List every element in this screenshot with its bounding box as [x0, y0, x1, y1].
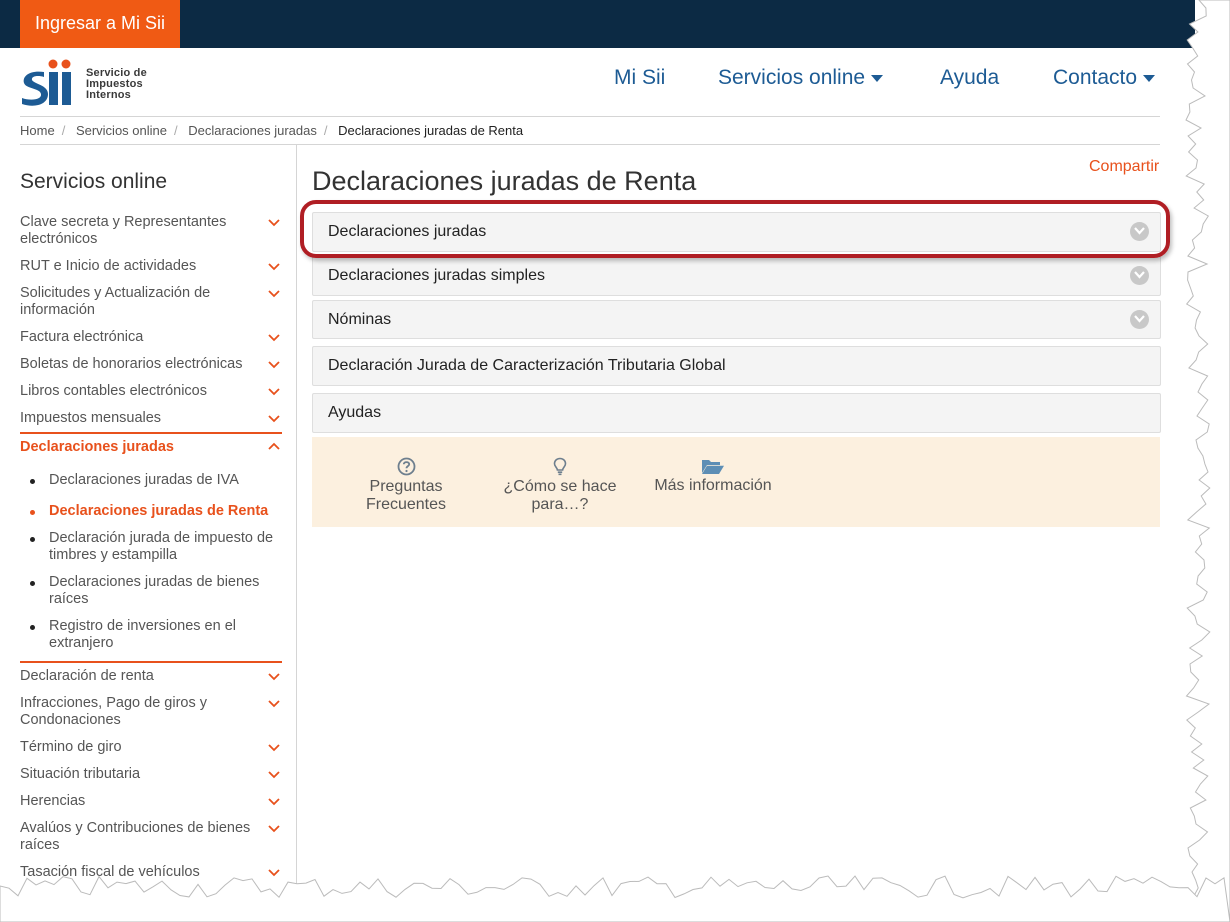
accordion-caracterizacion-tributaria[interactable]: Declaración Jurada de Caracterización Tr… — [312, 346, 1161, 386]
torn-edge-bottom — [0, 875, 1230, 922]
sidebar-item-clave-secreta[interactable]: Clave secreta y Representantes electróni… — [20, 214, 282, 248]
chevron-down-icon — [268, 334, 280, 342]
sidebar-subitem-label: Registro de inversiones en el extranjero — [49, 618, 236, 651]
divider — [20, 116, 1160, 117]
caret-down-icon — [1143, 74, 1156, 82]
sidebar-item-libros[interactable]: Libros contables electrónicos — [20, 383, 282, 400]
chevron-down-icon — [268, 700, 280, 708]
chevron-down-icon — [268, 219, 280, 227]
folder-open-icon — [702, 460, 724, 474]
sidebar-item-label: Situación tributaria — [20, 766, 141, 782]
sidebar-item-label: Solicitudes y Actualización de informaci… — [20, 285, 211, 318]
nav-mi-sii[interactable]: Mi Sii — [614, 66, 665, 96]
breadcrumb-declaraciones-juradas[interactable]: Declaraciones juradas — [188, 123, 317, 138]
chevron-down-icon — [268, 361, 280, 369]
chevron-down-icon — [268, 744, 280, 752]
sidebar-item-label: Término de giro — [20, 739, 122, 755]
sidebar-item-label: Factura electrónica — [20, 329, 144, 345]
sidebar-item-avaluos[interactable]: Avalúos y Contribuciones de bienes raíce… — [20, 820, 282, 854]
sidebar-item-boletas[interactable]: Boletas de honorarios electrónicas — [20, 356, 282, 373]
share-link[interactable]: Compartir — [1089, 158, 1159, 176]
sidebar-item-label: Avalúos y Contribuciones de bienes raíce… — [20, 820, 251, 853]
sidebar-item-impuestos-mensuales[interactable]: Impuestos mensuales — [20, 410, 282, 427]
sidebar-subitem[interactable]: Declaraciones juradas de bienes raíces — [30, 574, 280, 608]
sidebar-subitem[interactable]: Declaraciones juradas de IVA — [30, 472, 280, 489]
divider — [20, 144, 1160, 145]
sidebar-item-label: Declaración de renta — [20, 668, 154, 684]
chevron-down-icon — [268, 771, 280, 779]
sidebar-item-factura[interactable]: Factura electrónica — [20, 329, 282, 346]
sidebar-active-divider — [20, 432, 282, 434]
login-button[interactable]: Ingresar a Mi Sii — [20, 0, 180, 48]
bullet-icon — [30, 537, 35, 542]
nav-contacto[interactable]: Contacto — [1053, 66, 1156, 96]
sidebar-title: Servicios online — [20, 170, 168, 193]
bullet-icon — [30, 581, 35, 586]
sidebar-item-solicitudes[interactable]: Solicitudes y Actualización de informaci… — [20, 285, 282, 319]
accordion-nominas[interactable]: Nóminas — [312, 300, 1161, 339]
chevron-down-icon — [1130, 310, 1149, 329]
top-bar: Ingresar a Mi Sii — [0, 0, 1195, 48]
logo-text: Servicio de Impuestos Internos — [86, 67, 147, 101]
sidebar-item-declaraciones-juradas[interactable]: Declaraciones juradas — [20, 439, 282, 456]
help-box: Preguntas Frecuentes ¿Cómo se hace para…… — [312, 437, 1160, 527]
bullet-icon — [30, 510, 35, 515]
chevron-down-icon — [268, 673, 280, 681]
sidebar-item-label: Boletas de honorarios electrónicas — [20, 356, 243, 372]
sidebar-item-situacion-tributaria[interactable]: Situación tributaria — [20, 766, 282, 783]
help-link-como-se-hace[interactable]: ¿Cómo se hace para…? — [498, 457, 622, 514]
sidebar-subitem-label: Declaraciones juradas de bienes raíces — [49, 574, 260, 607]
nav-servicios-online[interactable]: Servicios online — [718, 66, 884, 96]
chevron-down-icon — [268, 798, 280, 806]
chevron-up-icon — [268, 442, 280, 450]
sidebar-divider — [296, 145, 297, 895]
torn-edge-right — [1185, 0, 1230, 922]
sidebar-item-termino-giro[interactable]: Término de giro — [20, 739, 282, 756]
lightbulb-icon — [553, 457, 567, 476]
sidebar-item-label: RUT e Inicio de actividades — [20, 258, 197, 274]
bullet-icon — [30, 625, 35, 630]
sidebar-item-label: Impuestos mensuales — [20, 410, 162, 426]
sidebar-item-herencias[interactable]: Herencias — [20, 793, 282, 810]
sidebar-item-label: Libros contables electrónicos — [20, 383, 207, 399]
highlight-annotation — [300, 200, 1170, 258]
breadcrumb-home[interactable]: Home — [20, 123, 55, 138]
torn-edge-shape — [1185, 0, 1230, 922]
chevron-down-icon — [268, 388, 280, 396]
sidebar-subitem-label: Declaraciones juradas de Renta — [49, 503, 269, 519]
sidebar-subitem[interactable]: Declaraciones juradas de Renta — [30, 503, 280, 520]
sidebar-active-divider — [20, 661, 282, 663]
sidebar-subitem-label: Declaración jurada de impuesto de timbre… — [49, 530, 274, 563]
sii-logo[interactable]: Servicio de Impuestos Internos — [20, 58, 160, 108]
page-title: Declaraciones juradas de Renta — [312, 166, 697, 196]
help-link-preguntas-frecuentes[interactable]: Preguntas Frecuentes — [354, 457, 458, 514]
breadcrumb-current: Declaraciones juradas de Renta — [338, 123, 524, 138]
question-circle-icon — [397, 457, 415, 476]
bullet-icon — [30, 479, 35, 484]
accordion-declaraciones-juradas-simples[interactable]: Declaraciones juradas simples — [312, 256, 1161, 296]
breadcrumb: Home / Servicios online / Declaraciones ju… — [20, 123, 524, 138]
sidebar-item-rut-inicio[interactable]: RUT e Inicio de actividades — [20, 258, 282, 275]
caret-down-icon — [871, 74, 884, 82]
sidebar-item-label: Declaraciones juradas — [20, 439, 174, 455]
sidebar-item-declaracion-renta[interactable]: Declaración de renta — [20, 668, 282, 685]
chevron-down-icon — [268, 290, 280, 298]
chevron-down-icon — [268, 263, 280, 271]
sidebar-item-label: Clave secreta y Representantes electróni… — [20, 214, 227, 247]
sidebar-item-label: Herencias — [20, 793, 86, 809]
chevron-down-icon — [1130, 266, 1149, 285]
sii-logo-icon — [22, 59, 71, 106]
sidebar-subitem[interactable]: Declaración jurada de impuesto de timbre… — [30, 530, 280, 564]
sidebar-subitem[interactable]: Registro de inversiones en el extranjero — [30, 618, 280, 652]
sidebar-item-infracciones[interactable]: Infracciones, Pago de giros y Condonacio… — [20, 695, 282, 729]
chevron-down-icon — [268, 825, 280, 833]
chevron-down-icon — [268, 415, 280, 423]
accordion-ayudas[interactable]: Ayudas — [312, 393, 1161, 433]
help-link-mas-informacion[interactable]: Más información — [650, 457, 776, 495]
sidebar-subitem-label: Declaraciones juradas de IVA — [49, 472, 239, 488]
page: Ingresar a Mi Sii Servicio de Impuestos … — [0, 0, 1195, 895]
nav-ayuda[interactable]: Ayuda — [940, 66, 999, 96]
breadcrumb-servicios-online[interactable]: Servicios online — [76, 123, 167, 138]
sidebar-item-label: Infracciones, Pago de giros y Condonacio… — [20, 695, 207, 728]
